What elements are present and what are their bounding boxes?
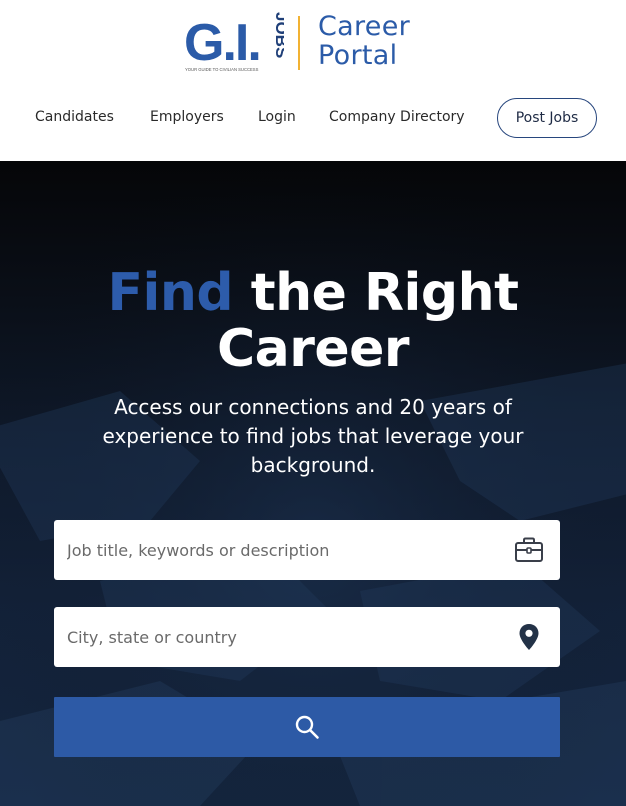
- nav-candidates[interactable]: Candidates: [35, 109, 114, 125]
- portal-line-1: Career: [318, 11, 411, 42]
- main-nav: Candidates Employers Login Company Direc…: [0, 98, 626, 140]
- nav-login[interactable]: Login: [258, 109, 296, 125]
- hero-title-rest: the Right: [250, 263, 519, 323]
- post-jobs-button[interactable]: Post Jobs: [497, 98, 597, 138]
- keywords-field: [54, 520, 560, 580]
- nav-company-directory[interactable]: Company Directory: [329, 109, 465, 125]
- search-icon: [295, 715, 319, 739]
- logo-tagline: YOUR GUIDE TO CIVILIAN SUCCESS: [185, 67, 259, 72]
- logo-letters: G.I.: [184, 14, 260, 72]
- nav-employers[interactable]: Employers: [150, 109, 224, 125]
- hero-subtitle: Access our connections and 20 years of e…: [102, 395, 524, 477]
- location-field: [54, 607, 560, 667]
- portal-line-2: Portal: [318, 40, 398, 71]
- gi-jobs-logo: G.I. JOBS YOUR GUIDE TO CIVILIAN SUCCESS: [184, 12, 284, 72]
- keywords-input[interactable]: [54, 520, 494, 580]
- hero-title-accent: Find: [107, 263, 234, 323]
- map-pin-icon: [519, 624, 539, 650]
- brand-divider: [298, 16, 300, 70]
- location-input[interactable]: [54, 607, 494, 667]
- hero-title-line2: Career: [216, 319, 410, 379]
- logo-jobs: JOBS: [272, 12, 284, 58]
- hero-title: Find the Right Career: [0, 265, 626, 377]
- hero-section: Find the Right Career Access our connect…: [0, 161, 626, 806]
- career-portal-title: Career Portal: [318, 12, 410, 70]
- briefcase-icon: [515, 537, 543, 562]
- site-header: G.I. JOBS YOUR GUIDE TO CIVILIAN SUCCESS…: [0, 0, 626, 161]
- search-button[interactable]: [54, 697, 560, 757]
- brand-logo[interactable]: G.I. JOBS YOUR GUIDE TO CIVILIAN SUCCESS…: [184, 10, 424, 76]
